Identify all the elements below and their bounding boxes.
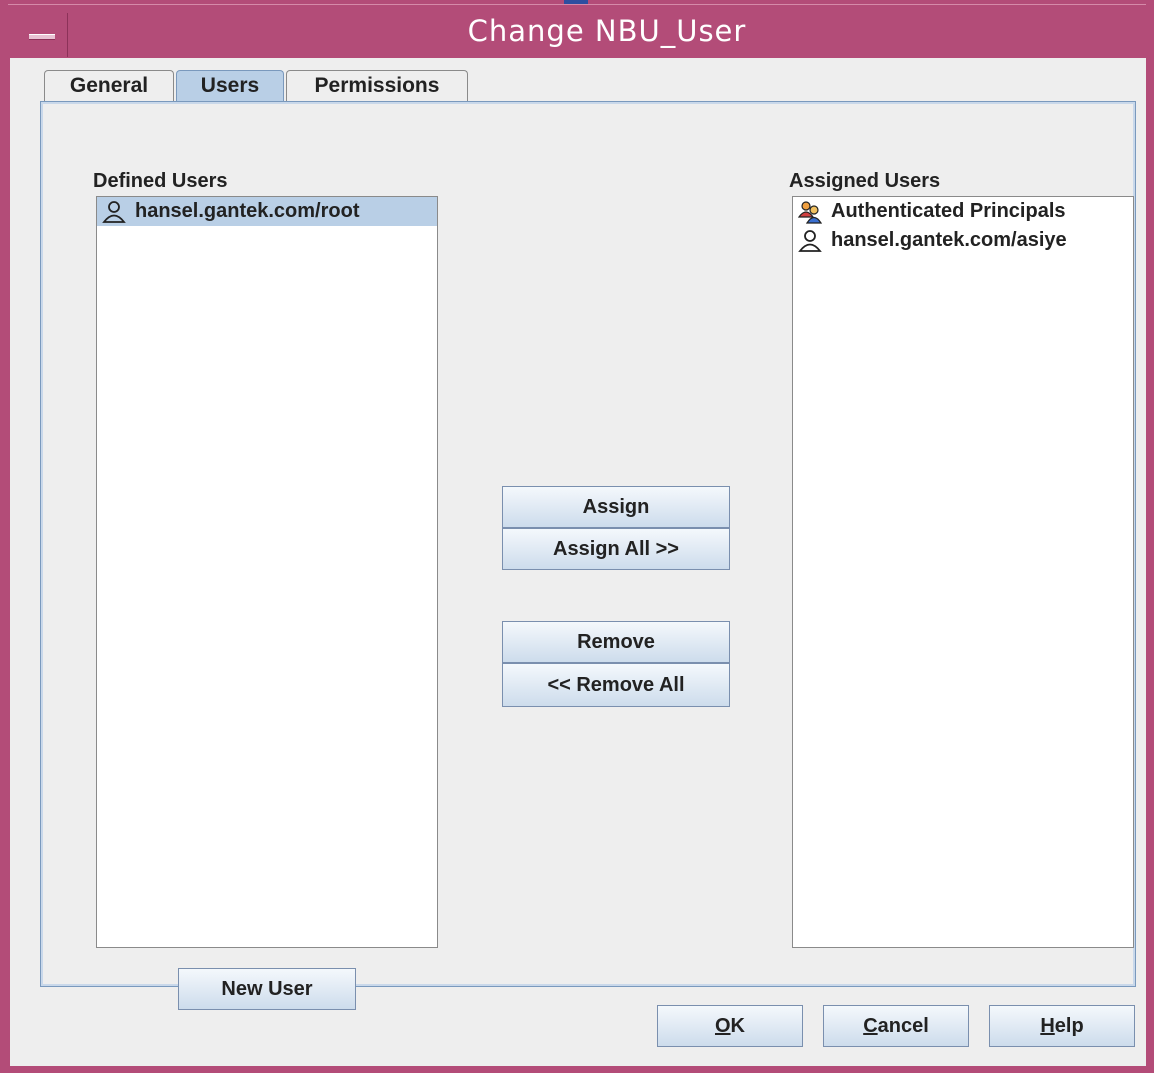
tab-users[interactable]: Users: [176, 70, 284, 104]
list-item-label: hansel.gantek.com/root: [135, 200, 360, 222]
remove-button[interactable]: Remove: [502, 621, 730, 663]
defined-users-list[interactable]: hansel.gantek.com/root: [96, 196, 438, 948]
window-bottom-border: [0, 1066, 1154, 1073]
user-icon: [102, 200, 126, 223]
cancel-button[interactable]: Cancel: [823, 1005, 969, 1047]
user-icon: [798, 229, 822, 252]
list-item[interactable]: hansel.gantek.com/root: [97, 197, 437, 226]
new-user-button[interactable]: New User: [178, 968, 356, 1010]
cancel-mnemonic: C: [863, 1015, 878, 1037]
cancel-label-rest: ancel: [877, 1015, 929, 1037]
ok-button[interactable]: OK: [657, 1005, 803, 1047]
assigned-users-list[interactable]: Authenticated Principals hansel.gantek.c…: [792, 196, 1134, 948]
defined-users-label: Defined Users: [93, 170, 228, 192]
assigned-users-label: Assigned Users: [789, 170, 941, 192]
ok-label-rest: K: [730, 1015, 745, 1037]
tab-permissions[interactable]: Permissions: [286, 70, 468, 102]
help-mnemonic: H: [1040, 1015, 1055, 1037]
help-button[interactable]: Help: [989, 1005, 1135, 1047]
dialog-window: Change NBU_User General Users Permission…: [0, 0, 1154, 1073]
list-item[interactable]: hansel.gantek.com/asiye: [793, 226, 1133, 255]
title-bar[interactable]: Change NBU_User: [8, 4, 1146, 57]
assign-button[interactable]: Assign: [502, 486, 730, 528]
tab-general[interactable]: General: [44, 70, 174, 102]
dialog-content: General Users Permissions Defined Users …: [10, 58, 1146, 1066]
remove-all-button[interactable]: << Remove All: [502, 663, 730, 707]
list-item-label: Authenticated Principals: [831, 200, 1066, 222]
help-label-rest: elp: [1054, 1015, 1084, 1037]
group-icon: [797, 200, 823, 224]
users-tab-panel: Defined Users Assigned Users hansel.gant…: [40, 101, 1136, 1010]
focus-indicator: [564, 0, 588, 4]
list-item[interactable]: Authenticated Principals: [793, 197, 1133, 226]
window-menu-button[interactable]: [16, 13, 68, 57]
window-title: Change NBU_User: [467, 14, 747, 48]
window-menu-icon: [29, 34, 55, 40]
list-item-label: hansel.gantek.com/asiye: [831, 229, 1067, 251]
ok-mnemonic: O: [714, 1015, 731, 1037]
assign-all-button[interactable]: Assign All >>: [502, 528, 730, 570]
